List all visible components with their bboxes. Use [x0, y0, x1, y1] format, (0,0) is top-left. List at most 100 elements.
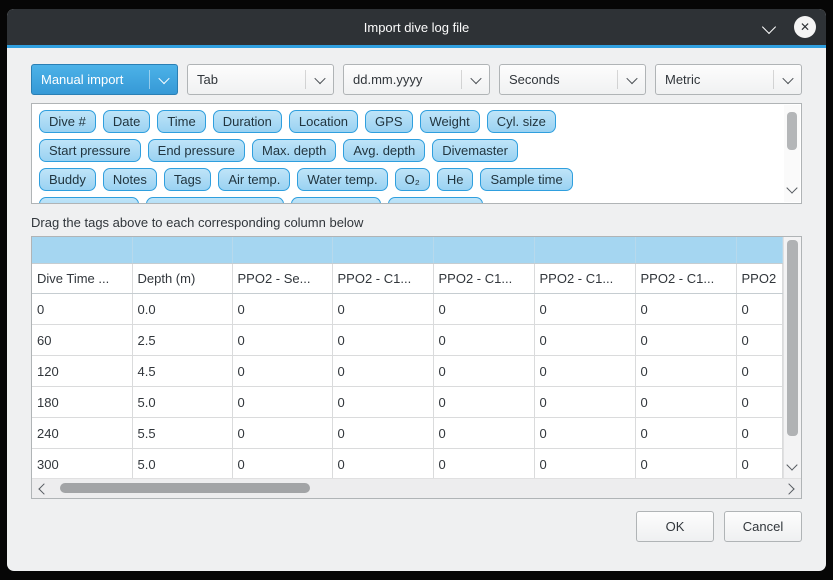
field-tag[interactable]: Max. depth — [252, 139, 336, 162]
dialog-content: Manual importTabdd.mm.yyyySecondsMetric … — [7, 48, 826, 571]
table-vertical-scrollbar[interactable] — [783, 237, 801, 478]
tag-row: Dive # Date Time Duration Location GPS Weight C… — [39, 110, 779, 133]
field-tag[interactable]: End pressure — [148, 139, 245, 162]
field-tag[interactable]: Tags — [164, 168, 211, 191]
table-cell: 0 — [635, 418, 736, 449]
units-select[interactable]: Metric — [655, 64, 802, 95]
close-icon[interactable]: ✕ — [794, 16, 816, 38]
chevron-down-icon — [158, 72, 169, 83]
field-tag[interactable]: Divemaster — [432, 139, 518, 162]
field-tag[interactable]: Buddy — [39, 168, 96, 191]
column-header: PPO2 - C1... — [433, 264, 534, 294]
field-tag[interactable]: Cyl. size — [487, 110, 556, 133]
scrollbar-thumb[interactable] — [787, 240, 798, 436]
column-drop-target[interactable] — [635, 237, 736, 264]
scrollbar-thumb[interactable] — [60, 483, 310, 493]
table-row: 3005.0000000 — [32, 449, 783, 479]
grid-wrap: Dive Time ...Depth (m)PPO2 - Se...PPO2 -… — [32, 237, 783, 478]
table-cell: 4.5 — [132, 356, 232, 387]
date-format-select[interactable]: dd.mm.yyyy — [343, 64, 490, 95]
table-cell: 5.5 — [132, 418, 232, 449]
table-horizontal-scrollbar[interactable] — [32, 478, 801, 498]
table-cell: 0 — [232, 325, 332, 356]
tag-row: Buddy Notes Tags Air temp. Water temp. O₂ He Sa… — [39, 168, 779, 191]
table-cell: 0.0 — [132, 294, 232, 325]
column-drop-target[interactable] — [332, 237, 433, 264]
table-cell: 0 — [232, 356, 332, 387]
combo-selected-value: Metric — [656, 72, 700, 87]
titlebar[interactable]: Import dive log file ✕ — [7, 9, 826, 45]
time-format-select[interactable]: Seconds — [499, 64, 646, 95]
import-mode-select[interactable]: Manual import — [31, 64, 178, 95]
field-tag[interactable]: Weight — [420, 110, 480, 133]
field-tag[interactable]: Avg. depth — [343, 139, 425, 162]
scrollbar-track[interactable] — [56, 479, 777, 498]
column-drop-target[interactable] — [433, 237, 534, 264]
column-drop-target[interactable] — [534, 237, 635, 264]
chevron-down-icon[interactable] — [758, 16, 780, 38]
tag-rows: Dive # Date Time Duration Location GPS Weight C… — [39, 110, 779, 204]
table-cell: 0 — [534, 325, 635, 356]
field-tag[interactable]: Location — [289, 110, 358, 133]
column-drop-target[interactable] — [32, 237, 132, 264]
scroll-right-icon[interactable] — [783, 483, 794, 494]
field-tag[interactable]: Start pressure — [39, 139, 141, 162]
chevron-down-icon — [314, 72, 325, 83]
table-cell: 180 — [32, 387, 132, 418]
tag-pool-scrollbar[interactable] — [784, 105, 800, 202]
table-cell: 0 — [534, 294, 635, 325]
column-header: PPO2 - C1... — [332, 264, 433, 294]
scroll-down-icon[interactable] — [786, 459, 797, 470]
table-cell: 0 — [433, 325, 534, 356]
table-cell: 5.0 — [132, 449, 232, 479]
table-cell: 300 — [32, 449, 132, 479]
table-cell: 0 — [332, 418, 433, 449]
table-cell: 0 — [232, 449, 332, 479]
table-cell: 0 — [736, 418, 783, 449]
table-cell: 0 — [736, 387, 783, 418]
titlebar-icons: ✕ — [758, 9, 816, 45]
chevron-down-icon — [782, 72, 793, 83]
combo-selected-value: dd.mm.yyyy — [344, 72, 422, 87]
chevron-down-icon — [470, 72, 481, 83]
column-header: PPO2 - Se... — [232, 264, 332, 294]
field-tag[interactable]: Duration — [213, 110, 282, 133]
table-cell: 0 — [534, 387, 635, 418]
chevron-down-icon — [626, 72, 637, 83]
field-tag[interactable]: Water temp. — [297, 168, 387, 191]
field-tag[interactable]: Sample temperature — [146, 197, 284, 204]
field-tag[interactable]: Dive # — [39, 110, 96, 133]
column-header: PPO2 - C1... — [534, 264, 635, 294]
field-tag[interactable]: He — [437, 168, 474, 191]
table-cell: 0 — [332, 325, 433, 356]
field-separator-select[interactable]: Tab — [187, 64, 334, 95]
field-tag[interactable]: Sample depth — [39, 197, 139, 204]
field-tag[interactable]: O₂ — [395, 168, 430, 191]
table-cell: 2.5 — [132, 325, 232, 356]
scroll-down-icon[interactable] — [786, 182, 797, 193]
cancel-button[interactable]: Cancel — [724, 511, 802, 542]
field-tag[interactable]: Sample time — [480, 168, 572, 191]
field-tag[interactable]: Air temp. — [218, 168, 290, 191]
table-cell: 0 — [332, 356, 433, 387]
field-tag[interactable]: Sample CNS — [388, 197, 483, 204]
field-tag[interactable]: Sample pO₂ — [291, 197, 381, 204]
field-tag[interactable]: Time — [157, 110, 205, 133]
table-row: 602.5000000 — [32, 325, 783, 356]
column-drop-target[interactable] — [132, 237, 232, 264]
column-drop-target[interactable] — [736, 237, 783, 264]
table-cell: 0 — [433, 294, 534, 325]
field-tag[interactable]: Date — [103, 110, 150, 133]
scrollbar-thumb[interactable] — [787, 112, 797, 150]
field-tag[interactable]: Notes — [103, 168, 157, 191]
ok-button[interactable]: OK — [636, 511, 714, 542]
scroll-left-icon[interactable] — [38, 483, 49, 494]
table-row: 2405.5000000 — [32, 418, 783, 449]
field-tag[interactable]: GPS — [365, 110, 412, 133]
column-header: Dive Time ... — [32, 264, 132, 294]
table-cell: 0 — [736, 325, 783, 356]
table-row: 1204.5000000 — [32, 356, 783, 387]
column-drop-target[interactable] — [232, 237, 332, 264]
table-cell: 0 — [232, 387, 332, 418]
data-table: Dive Time ...Depth (m)PPO2 - Se...PPO2 -… — [32, 237, 783, 478]
